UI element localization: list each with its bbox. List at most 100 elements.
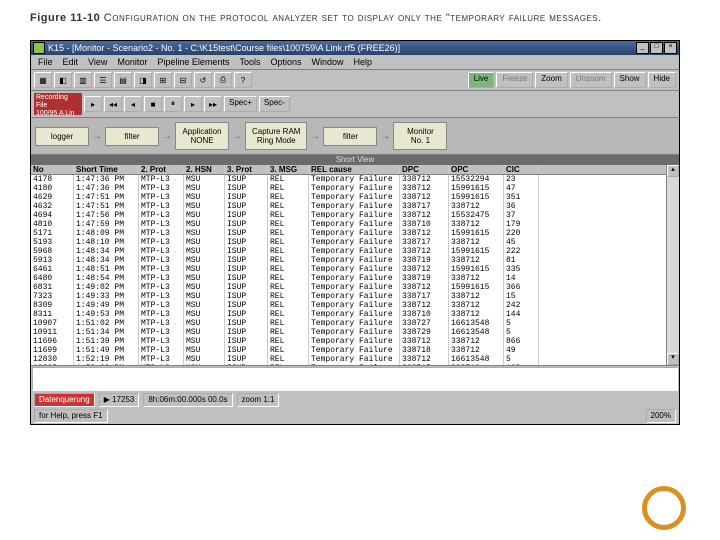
col-short-time[interactable]: Short Time	[74, 165, 139, 174]
cell: ISUP	[225, 337, 268, 346]
pipeline-node[interactable]: Capture RAM Ring Mode	[245, 122, 307, 150]
cell: ISUP	[225, 211, 268, 220]
play-button[interactable]: ▸	[84, 96, 102, 112]
minimize-button[interactable]: _	[636, 42, 649, 54]
pipeline-node[interactable]: filter	[323, 127, 377, 146]
table-row[interactable]: 128351:52:30 PMMTP-L3MSUISUPRELTemporary…	[31, 364, 666, 365]
toolbar-button[interactable]: ⎙	[214, 72, 232, 88]
table-row[interactable]: 46321:47:51 PMMTP-L3MSUISUPRELTemporary …	[31, 202, 666, 211]
col-no[interactable]: No	[31, 165, 74, 174]
toolbar-button[interactable]: ⊞	[154, 72, 172, 88]
menu-window[interactable]: Window	[308, 56, 348, 68]
table-row[interactable]: 68311:49:02 PMMTP-L3MSUISUPRELTemporary …	[31, 283, 666, 292]
table-row[interactable]: 128301:52:19 PMMTP-L3MSUISUPRELTemporary…	[31, 355, 666, 364]
toolbar-button[interactable]: ↺	[194, 72, 212, 88]
col-rel-cause[interactable]: REL cause	[309, 165, 400, 174]
col-dpc[interactable]: DPC	[400, 165, 449, 174]
hide-button[interactable]: Hide	[648, 72, 676, 88]
table-row[interactable]: 83111:49:53 PMMTP-L3MSUISUPRELTemporary …	[31, 310, 666, 319]
cell: MTP-L3	[139, 175, 184, 184]
cell: 338712	[449, 202, 504, 211]
menu-view[interactable]: View	[84, 56, 111, 68]
toolbar-button[interactable]: ◨	[134, 72, 152, 88]
menu-file[interactable]: File	[34, 56, 57, 68]
unzoom-button[interactable]: Unzoom	[570, 72, 612, 88]
show-button[interactable]: Show	[614, 72, 646, 88]
table-row[interactable]: 41801:47:36 PMMTP-L3MSUISUPRELTemporary …	[31, 184, 666, 193]
maximize-button[interactable]: □	[650, 42, 663, 54]
specplus-button[interactable]: Spec+	[224, 96, 257, 112]
pipeline-node[interactable]: logger	[35, 127, 89, 146]
table-row[interactable]: 46941:47:56 PMMTP-L3MSUISUPRELTemporary …	[31, 211, 666, 220]
cell: REL	[268, 229, 309, 238]
table-row[interactable]: 64801:48:54 PMMTP-L3MSUISUPRELTemporary …	[31, 274, 666, 283]
vertical-scrollbar[interactable]: ▴ ▾	[666, 165, 679, 365]
cell: MSU	[184, 265, 225, 274]
cell: 1:48:34 PM	[74, 256, 139, 265]
table-header: No Short Time 2. Prot 2. HSN 3. Prot 3. …	[31, 165, 666, 175]
live-button[interactable]: Live	[468, 72, 495, 88]
cell: MSU	[184, 292, 225, 301]
scroll-track[interactable]	[667, 177, 679, 353]
col-2hsn[interactable]: 2. HSN	[184, 165, 225, 174]
menu-tools[interactable]: Tools	[235, 56, 264, 68]
cell: 16613548	[449, 319, 504, 328]
cell: REL	[268, 355, 309, 364]
table-row[interactable]: 59681:48:34 PMMTP-L3MSUISUPRELTemporary …	[31, 247, 666, 256]
table-row[interactable]: 51931:48:10 PMMTP-L3MSUISUPRELTemporary …	[31, 238, 666, 247]
status-data-query: Datenquerung	[34, 393, 95, 407]
table-row[interactable]: 41781:47:36 PMMTP-L3MSUISUPRELTemporary …	[31, 175, 666, 184]
cell: MSU	[184, 211, 225, 220]
pipeline-node[interactable]: Application NONE	[175, 122, 229, 150]
rewind-button[interactable]: ◂	[124, 96, 142, 112]
table-row[interactable]: 51711:48:09 PMMTP-L3MSUISUPRELTemporary …	[31, 229, 666, 238]
col-3msg[interactable]: 3. MSG	[268, 165, 309, 174]
cell: 1:51:34 PM	[74, 328, 139, 337]
table-row[interactable]: 73231:49:33 PMMTP-L3MSUISUPRELTemporary …	[31, 292, 666, 301]
menu-help[interactable]: Help	[350, 56, 377, 68]
prev-button[interactable]: ◂◂	[104, 96, 122, 112]
menu-options[interactable]: Options	[266, 56, 305, 68]
cell: 338712	[400, 337, 449, 346]
toolbar-button[interactable]: ▥	[74, 72, 92, 88]
col-cic[interactable]: CIC	[504, 165, 539, 174]
cell: 4810	[31, 220, 74, 229]
close-button[interactable]: ×	[664, 42, 677, 54]
zoom-button[interactable]: Zoom	[535, 72, 567, 88]
table-row[interactable]: 109111:51:34 PMMTP-L3MSUISUPRELTemporary…	[31, 328, 666, 337]
stop-button[interactable]: ■	[144, 96, 162, 112]
toolbar-button[interactable]: ▤	[114, 72, 132, 88]
toolbar-button[interactable]: ◧	[54, 72, 72, 88]
cell: 1:47:59 PM	[74, 220, 139, 229]
table-row[interactable]: 116961:51:39 PMMTP-L3MSUISUPRELTemporary…	[31, 337, 666, 346]
toolbar-button[interactable]: ?	[234, 72, 252, 88]
table-row[interactable]: 59131:48:34 PMMTP-L3MSUISUPRELTemporary …	[31, 256, 666, 265]
toolbar-button[interactable]: ⊟	[174, 72, 192, 88]
table-row[interactable]: 83091:49:49 PMMTP-L3MSUISUPRELTemporary …	[31, 301, 666, 310]
specminus-button[interactable]: Spec-	[259, 96, 290, 112]
menu-pipeline-elements[interactable]: Pipeline Elements	[153, 56, 233, 68]
forward-button[interactable]: ▸	[184, 96, 202, 112]
table-row[interactable]: 116991:51:49 PMMTP-L3MSUISUPRELTemporary…	[31, 346, 666, 355]
table-row[interactable]: 46291:47:51 PMMTP-L3MSUISUPRELTemporary …	[31, 193, 666, 202]
cell: MTP-L3	[139, 346, 184, 355]
cell: Temporary Failure	[309, 220, 400, 229]
toolbar-button[interactable]: ▦	[34, 72, 52, 88]
menu-edit[interactable]: Edit	[59, 56, 83, 68]
table-row[interactable]: 64611:48:51 PMMTP-L3MSUISUPRELTemporary …	[31, 265, 666, 274]
col-3prot[interactable]: 3. Prot	[225, 165, 268, 174]
table-row[interactable]: 109071:51:02 PMMTP-L3MSUISUPRELTemporary…	[31, 319, 666, 328]
table-row[interactable]: 48101:47:59 PMMTP-L3MSUISUPRELTemporary …	[31, 220, 666, 229]
pause-button[interactable]: ⏸	[164, 96, 182, 112]
toolbar-button[interactable]: ☰	[94, 72, 112, 88]
pipeline-node[interactable]: Monitor No. 1	[393, 122, 447, 150]
freeze-button[interactable]: Freeze	[496, 72, 533, 88]
scroll-down-icon[interactable]: ▾	[667, 353, 679, 365]
menu-monitor[interactable]: Monitor	[113, 56, 151, 68]
col-2prot[interactable]: 2. Prot	[139, 165, 184, 174]
scroll-up-icon[interactable]: ▴	[667, 165, 679, 177]
next-button[interactable]: ▸▸	[204, 96, 222, 112]
col-opc[interactable]: OPC	[449, 165, 504, 174]
pipeline-node[interactable]: filter	[105, 127, 159, 146]
titlebar[interactable]: K15 - [Monitor - Scenario2 - No. 1 - C:\…	[31, 41, 679, 55]
